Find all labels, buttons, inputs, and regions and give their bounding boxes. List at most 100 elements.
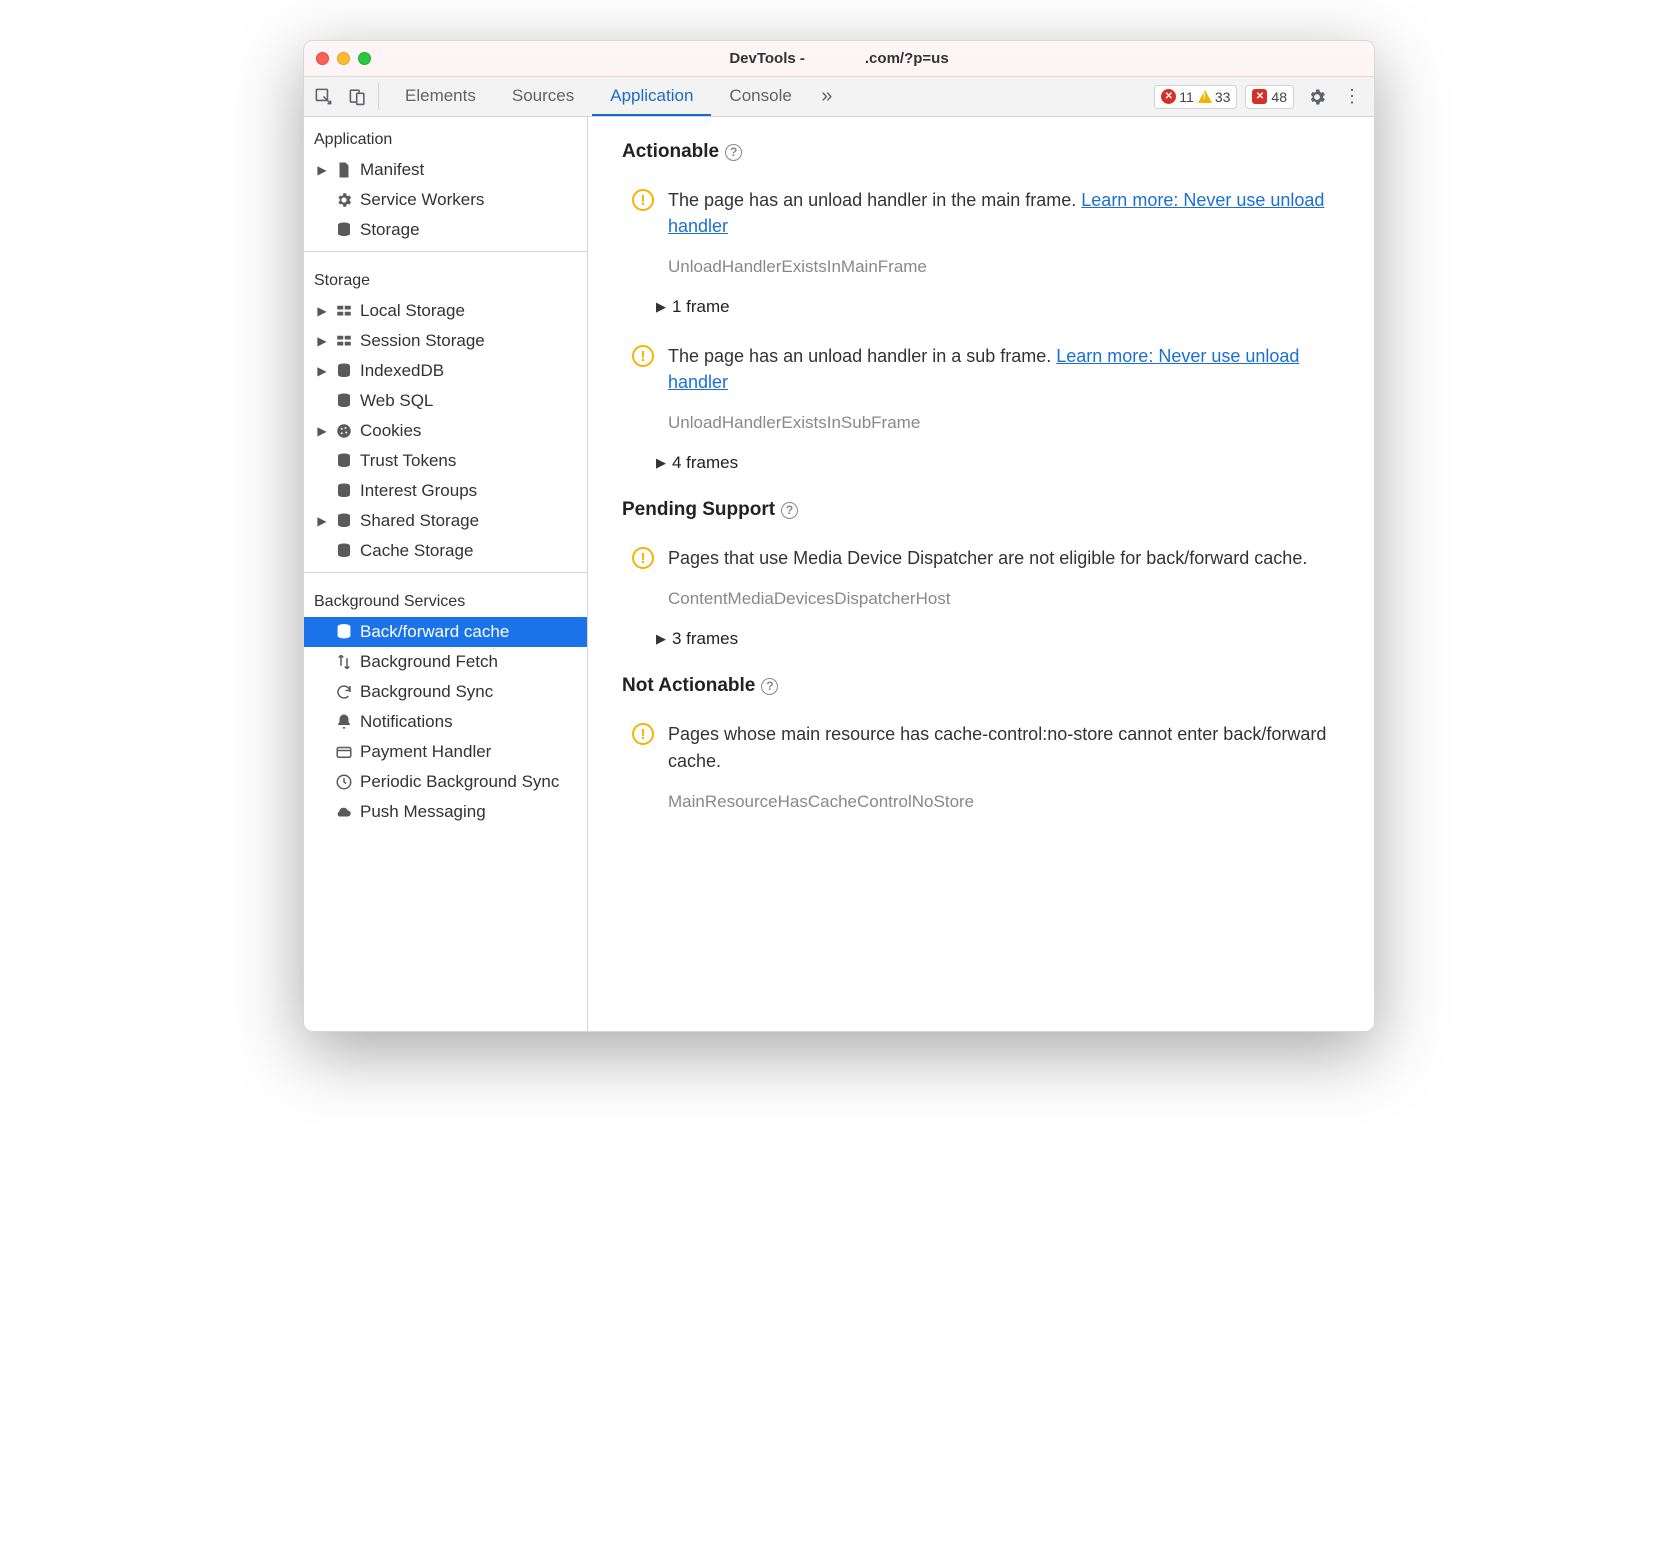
sidebar-item-shared-storage[interactable]: ▶Shared Storage bbox=[304, 506, 587, 536]
sidebar-item-label: Storage bbox=[360, 220, 420, 240]
sidebar-item-periodic-background-sync[interactable]: Periodic Background Sync bbox=[304, 767, 587, 797]
sidebar-item-payment-handler[interactable]: Payment Handler bbox=[304, 737, 587, 767]
titlebar: DevTools - .com/?p=us bbox=[304, 41, 1374, 77]
sync-icon bbox=[334, 682, 354, 702]
tab-console[interactable]: Console bbox=[711, 77, 809, 116]
more-tabs-button[interactable]: » bbox=[810, 77, 844, 116]
help-icon[interactable]: ? bbox=[761, 678, 778, 695]
issue-code: UnloadHandlerExistsInMainFrame bbox=[668, 257, 1346, 277]
sidebar-item-label: Payment Handler bbox=[360, 742, 491, 762]
more-options-icon[interactable]: ⋮ bbox=[1340, 86, 1364, 107]
help-icon[interactable]: ? bbox=[781, 502, 798, 519]
issues-count: 48 bbox=[1271, 89, 1287, 105]
sidebar-item-cache-storage[interactable]: Cache Storage bbox=[304, 536, 587, 566]
warning-count: 33 bbox=[1215, 89, 1231, 105]
close-window-button[interactable] bbox=[316, 52, 329, 65]
sidebar-item-label: Push Messaging bbox=[360, 802, 486, 822]
frames-count: 3 frames bbox=[672, 629, 738, 649]
tab-application[interactable]: Application bbox=[592, 77, 711, 116]
sidebar-item-label: Periodic Background Sync bbox=[360, 772, 559, 792]
device-toolbar-icon[interactable] bbox=[340, 77, 374, 116]
minimize-window-button[interactable] bbox=[337, 52, 350, 65]
section-storage: Storage bbox=[304, 258, 587, 296]
settings-gear-icon[interactable] bbox=[1302, 87, 1332, 107]
sidebar-item-web-sql[interactable]: Web SQL bbox=[304, 386, 587, 416]
expand-arrow-icon[interactable]: ▶ bbox=[316, 163, 328, 177]
sidebar-item-label: Local Storage bbox=[360, 301, 465, 321]
section-background-services: Background Services bbox=[304, 579, 587, 617]
bell-icon bbox=[334, 712, 354, 732]
group-title: Not Actionable? bbox=[622, 675, 1346, 697]
console-status-badge[interactable]: ✕11 33 bbox=[1154, 85, 1237, 109]
db-icon bbox=[334, 451, 354, 471]
application-sidebar: Application▶ManifestService WorkersStora… bbox=[304, 117, 588, 1031]
sidebar-item-session-storage[interactable]: ▶Session Storage bbox=[304, 326, 587, 356]
issue-message: The page has an unload handler in a sub … bbox=[668, 343, 1346, 395]
issue-code: ContentMediaDevicesDispatcherHost bbox=[668, 589, 1346, 609]
cloud-icon bbox=[334, 802, 354, 822]
sidebar-item-manifest[interactable]: ▶ Manifest bbox=[304, 155, 587, 185]
frames-toggle[interactable]: ▶ 3 frames bbox=[656, 629, 1346, 649]
separator bbox=[378, 83, 379, 110]
expand-arrow-icon[interactable]: ▶ bbox=[316, 424, 328, 438]
expand-arrow-icon[interactable]: ▶ bbox=[316, 364, 328, 378]
divider bbox=[304, 251, 587, 252]
issue-row: !Pages that use Media Device Dispatcher … bbox=[632, 545, 1346, 617]
sidebar-item-storage[interactable]: Storage bbox=[304, 215, 587, 245]
title-left: DevTools - bbox=[729, 50, 805, 67]
issue-row: !Pages whose main resource has cache-con… bbox=[632, 721, 1346, 819]
tab-elements[interactable]: Elements bbox=[387, 77, 494, 116]
frames-toggle[interactable]: ▶4 frames bbox=[656, 453, 1346, 473]
warning-circle-icon: ! bbox=[632, 189, 654, 211]
frames-toggle[interactable]: ▶ 1 frame bbox=[656, 297, 1346, 317]
title-right: .com/?p=us bbox=[865, 50, 949, 67]
issue-code: UnloadHandlerExistsInSubFrame bbox=[668, 413, 1346, 433]
sidebar-item-label: Back/forward cache bbox=[360, 622, 509, 642]
tab-sources[interactable]: Sources bbox=[494, 77, 592, 116]
sidebar-item-background-fetch[interactable]: Background Fetch bbox=[304, 647, 587, 677]
expand-arrow-icon[interactable]: ▶ bbox=[316, 514, 328, 528]
learn-more-link[interactable]: Learn more: Never use unload handler bbox=[668, 346, 1299, 392]
sidebar-item-back-forward-cache[interactable]: Back/forward cache bbox=[304, 617, 587, 647]
frames-count: 4 frames bbox=[672, 453, 738, 473]
traffic-lights bbox=[316, 52, 371, 65]
sidebar-item-background-sync[interactable]: Background Sync bbox=[304, 677, 587, 707]
frames-count: 1 frame bbox=[672, 297, 730, 317]
expand-arrow-icon[interactable]: ▶ bbox=[316, 334, 328, 348]
help-icon[interactable]: ? bbox=[725, 144, 742, 161]
sidebar-item-indexeddb[interactable]: ▶IndexedDB bbox=[304, 356, 587, 386]
card-icon bbox=[334, 742, 354, 762]
db-icon bbox=[334, 541, 354, 561]
sidebar-item-label: Trust Tokens bbox=[360, 451, 456, 471]
sidebar-item-push-messaging[interactable]: Push Messaging bbox=[304, 797, 587, 827]
group-title: Actionable? bbox=[622, 141, 1346, 163]
sidebar-item-label: Cookies bbox=[360, 421, 421, 441]
sidebar-item-interest-groups[interactable]: Interest Groups bbox=[304, 476, 587, 506]
sidebar-item-cookies[interactable]: ▶ Cookies bbox=[304, 416, 587, 446]
sidebar-item-service-workers[interactable]: Service Workers bbox=[304, 185, 587, 215]
expand-arrow-icon[interactable]: ▶ bbox=[316, 304, 328, 318]
db-icon bbox=[334, 220, 354, 240]
maximize-window-button[interactable] bbox=[358, 52, 371, 65]
sidebar-item-notifications[interactable]: Notifications bbox=[304, 707, 587, 737]
panel-body: Application▶ManifestService WorkersStora… bbox=[304, 117, 1374, 1031]
issue-message: Pages that use Media Device Dispatcher a… bbox=[668, 545, 1346, 571]
issues-badge[interactable]: ✕ 48 bbox=[1245, 85, 1294, 109]
inspect-element-icon[interactable] bbox=[306, 77, 340, 116]
group-title: Pending Support? bbox=[622, 499, 1346, 521]
expand-arrow-icon: ▶ bbox=[656, 299, 666, 315]
sidebar-item-local-storage[interactable]: ▶ Local Storage bbox=[304, 296, 587, 326]
divider bbox=[304, 572, 587, 573]
error-icon: ✕ bbox=[1161, 89, 1176, 104]
group-title-text: Actionable bbox=[622, 141, 719, 163]
sidebar-item-trust-tokens[interactable]: Trust Tokens bbox=[304, 446, 587, 476]
learn-more-link[interactable]: Learn more: Never use unload handler bbox=[668, 190, 1324, 236]
db-icon bbox=[334, 622, 354, 642]
panel-tabs: ElementsSourcesApplicationConsole bbox=[387, 77, 810, 116]
sidebar-item-label: Manifest bbox=[360, 160, 424, 180]
right-controls: ✕11 33 ✕ 48 ⋮ bbox=[1154, 77, 1372, 116]
expand-arrow-icon: ▶ bbox=[656, 631, 666, 647]
issues-icon: ✕ bbox=[1252, 89, 1267, 104]
issue-body: The page has an unload handler in the ma… bbox=[668, 187, 1346, 285]
issue-body: Pages whose main resource has cache-cont… bbox=[668, 721, 1346, 819]
